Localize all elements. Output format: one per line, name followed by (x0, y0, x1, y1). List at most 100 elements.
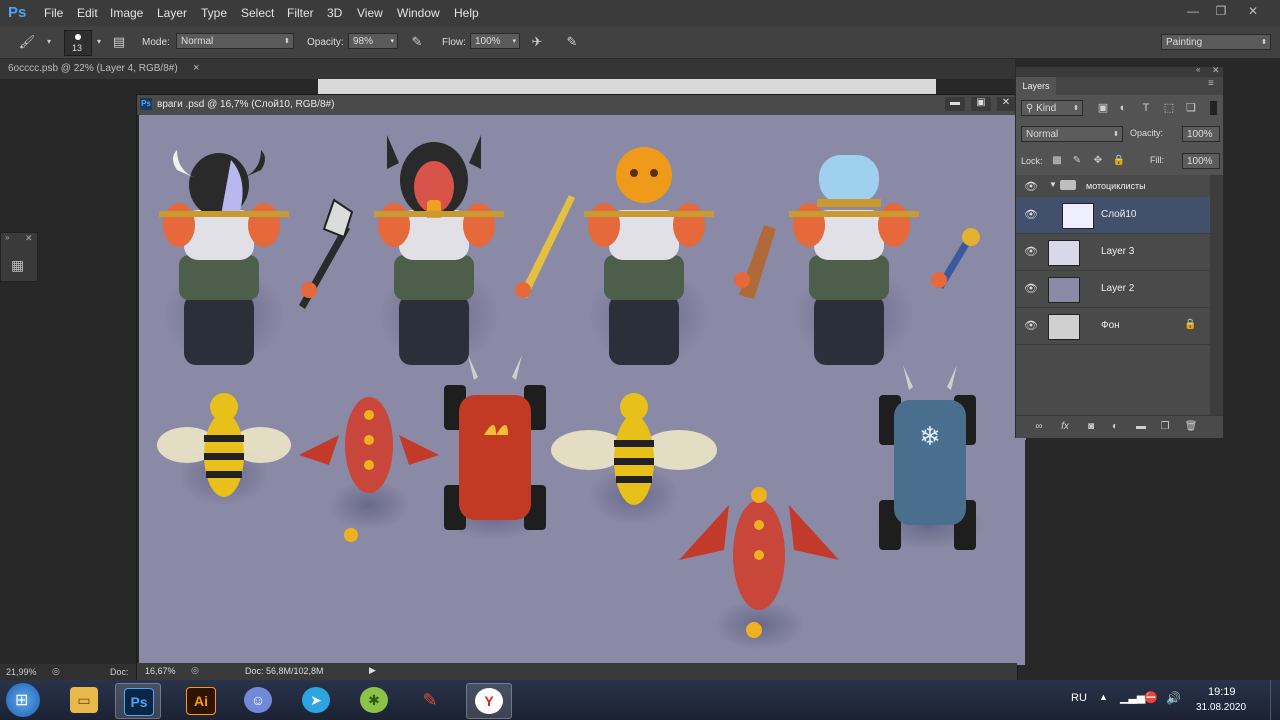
fx-icon[interactable]: fx (1056, 418, 1074, 436)
restore-button[interactable]: ❐ (1208, 2, 1234, 20)
menu-3d[interactable]: 3D (327, 6, 342, 20)
taskbar-explorer[interactable]: ▭ (62, 683, 106, 717)
club-sprite (734, 225, 776, 299)
close-button[interactable]: ✕ (1240, 2, 1266, 20)
status-menu-icon[interactable]: ◎ (191, 665, 199, 676)
menu-image[interactable]: Image (110, 6, 143, 20)
menu-help[interactable]: Help (454, 6, 479, 20)
language-indicator[interactable]: RU (1071, 692, 1087, 704)
menu-filter[interactable]: Filter (287, 6, 314, 20)
taskbar-lime-app[interactable]: ✱ (352, 683, 396, 717)
menu-layer[interactable]: Layer (157, 6, 187, 20)
menu-type[interactable]: Type (201, 6, 227, 20)
taskbar-telegram[interactable]: ➤ (294, 683, 338, 717)
zoom-level[interactable]: 16,67% (145, 666, 176, 676)
trash-icon[interactable]: 🗑 (1182, 418, 1200, 436)
doc-minimize-button[interactable]: ▬ (945, 97, 965, 111)
visibility-eye-icon[interactable]: 👁 (1024, 208, 1038, 221)
canvas[interactable]: ❄ (139, 115, 1026, 665)
menu-edit[interactable]: Edit (77, 6, 98, 20)
volume-icon[interactable]: 🔊 (1166, 691, 1181, 705)
expand-icon[interactable]: » (5, 233, 9, 242)
close-icon[interactable]: ✕ (25, 233, 33, 244)
document-title-bar[interactable]: Ps враги .psd @ 16,7% (Слой10, RGB/8#) ▬… (137, 95, 1017, 115)
filter-pixel-icon[interactable]: ▣ (1094, 99, 1112, 117)
navigator-icon[interactable]: ▦ (11, 257, 24, 274)
canvas-artwork: ❄ (157, 135, 984, 650)
status-menu-icon[interactable]: ◎ (52, 666, 60, 677)
signal-icon[interactable]: ▁▃▅ (1120, 691, 1145, 704)
taskbar-pencil-app[interactable]: ✎ (408, 683, 452, 717)
close-icon[interactable]: ✕ (1212, 65, 1220, 76)
minimize-button[interactable]: — (1180, 2, 1206, 20)
taskbar-discord[interactable]: ☺ (236, 683, 280, 717)
sword-sprite (515, 195, 575, 298)
taskbar-photoshop[interactable]: Ps (115, 683, 161, 719)
chevron-down-icon[interactable]: ▾ (40, 33, 58, 51)
document-title: враги .psd @ 16,7% (Слой10, RGB/8#) (157, 99, 335, 110)
layer-group-row[interactable]: 👁 ▼ мотоциклисты (1016, 175, 1210, 198)
brush-tool-icon[interactable]: 🖌 (18, 33, 36, 51)
tray-expand-icon[interactable]: ▲ (1099, 692, 1108, 702)
layer-row[interactable]: 👁 Layer 3 (1016, 234, 1210, 271)
menu-view[interactable]: View (357, 6, 383, 20)
menu-file[interactable]: File (44, 6, 63, 20)
layer-row[interactable]: 👁 Фон 🔒 (1016, 308, 1210, 345)
filter-adjustment-icon[interactable]: ◐ (1114, 99, 1132, 117)
mode-select[interactable]: Normal ⬍ (176, 33, 294, 49)
group-expand-icon[interactable]: ▼ (1049, 180, 1057, 189)
adjustment-layer-icon[interactable]: ◐ (1106, 418, 1124, 436)
visibility-eye-icon[interactable]: 👁 (1024, 319, 1038, 332)
visibility-eye-icon[interactable]: 👁 (1024, 245, 1038, 258)
tab-background-doc[interactable]: 6occcc.psb @ 22% (Layer 4, RGB/8#) (8, 63, 178, 74)
brush-panel-icon[interactable]: ▤ (110, 33, 128, 51)
visibility-eye-icon[interactable]: 👁 (1024, 180, 1038, 193)
doc-maximize-button[interactable]: ▣ (971, 97, 991, 111)
start-button[interactable]: ⊞ (6, 683, 40, 717)
filter-smart-object-icon[interactable]: ❏ (1182, 99, 1200, 117)
updown-icon: ⬍ (1073, 105, 1079, 112)
filter-shape-icon[interactable]: ⬚ (1160, 99, 1178, 117)
filter-toggle[interactable] (1210, 101, 1217, 115)
collapse-icon[interactable]: « (1196, 65, 1200, 74)
layer-row-selected[interactable]: 👁 Слой10 (1016, 197, 1210, 234)
panel-menu-icon[interactable]: ≡ (1208, 78, 1214, 89)
taskbar-yandex[interactable]: Y (466, 683, 512, 719)
airbrush-icon[interactable]: ✈ (528, 33, 546, 51)
new-layer-icon[interactable]: ❐ (1156, 418, 1174, 436)
layer-row[interactable]: 👁 Layer 2 (1016, 271, 1210, 308)
flow-field[interactable]: 100% ▾ (470, 33, 520, 49)
show-desktop-button[interactable] (1270, 680, 1280, 720)
network-error-icon[interactable]: ⛔ (1144, 691, 1158, 704)
brush-preset-picker[interactable]: 13 (64, 30, 92, 56)
pressure-opacity-icon[interactable]: ✎ (408, 33, 426, 51)
blend-mode-select[interactable]: Normal ⬍ (1021, 126, 1123, 142)
add-mask-icon[interactable]: ◙ (1082, 418, 1100, 436)
opacity-field[interactable]: 98% ▾ (348, 33, 398, 49)
chevron-down-icon[interactable]: ▾ (90, 33, 108, 51)
lock-all-icon[interactable]: 🔒 (1110, 152, 1128, 170)
menu-select[interactable]: Select (241, 6, 274, 20)
lock-position-icon[interactable]: ✥ (1089, 152, 1107, 170)
clock-time[interactable]: 19:19 (1208, 686, 1236, 698)
fill-field[interactable]: 100% (1182, 153, 1220, 169)
link-layers-icon[interactable]: ∞ (1030, 418, 1048, 436)
workspace-select[interactable]: Painting ⬍ (1161, 34, 1271, 50)
tab-layers[interactable]: Layers (1016, 77, 1056, 95)
taskbar-illustrator[interactable]: Ai (178, 683, 222, 717)
status-arrow-icon[interactable]: ▶ (369, 665, 376, 676)
layer-list-scrollbar[interactable] (1210, 175, 1223, 415)
close-tab-icon[interactable]: × (193, 62, 199, 74)
new-group-icon[interactable]: ▬ (1132, 418, 1150, 436)
doc-close-button[interactable]: ✕ (997, 97, 1015, 111)
filter-type-icon[interactable]: T (1137, 99, 1155, 117)
layer-opacity-field[interactable]: 100% (1182, 126, 1220, 142)
pressure-size-icon[interactable]: ✎ (563, 33, 581, 51)
lock-image-icon[interactable]: ✎ (1068, 152, 1086, 170)
clock-date[interactable]: 31.08.2020 (1196, 702, 1246, 713)
filter-kind-select[interactable]: ⚲ Kind ⬍ (1021, 100, 1083, 116)
visibility-eye-icon[interactable]: 👁 (1024, 282, 1038, 295)
menu-window[interactable]: Window (397, 6, 440, 20)
blend-mode-value: Normal (1026, 129, 1059, 140)
lock-transparent-icon[interactable]: ▩ (1048, 152, 1066, 170)
